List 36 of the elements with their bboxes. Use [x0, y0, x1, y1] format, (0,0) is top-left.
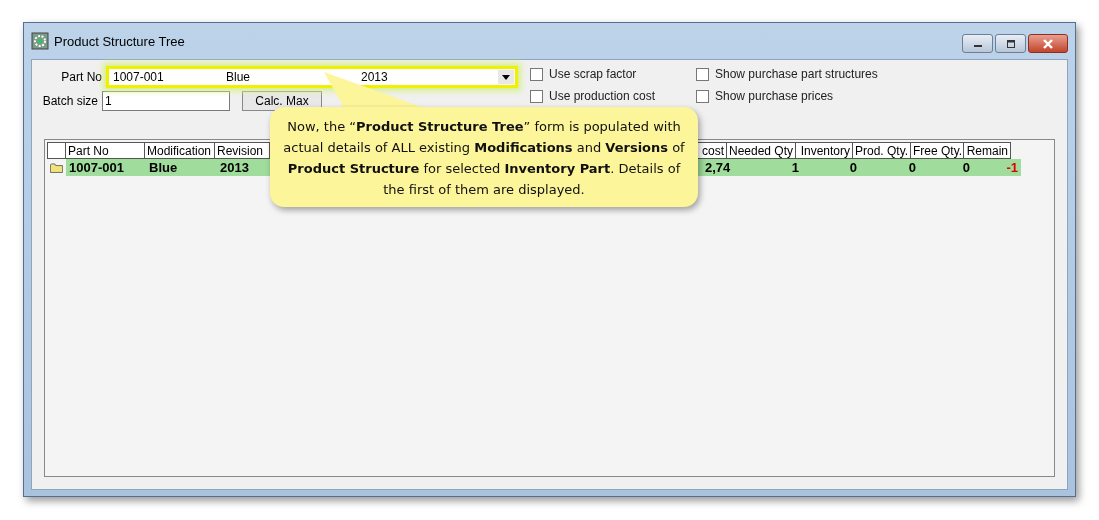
column-header[interactable]: Needed Qty	[726, 142, 796, 159]
table-cell: Blue	[146, 159, 217, 176]
column-header[interactable]: Remain	[963, 142, 1011, 159]
part-no-dropdown[interactable]: 1007-001 Blue 2013	[106, 66, 518, 88]
table-cell: -1	[973, 159, 1021, 176]
table-cell: 2,74	[702, 159, 732, 176]
column-header[interactable]: Inventory	[795, 142, 853, 159]
option-checkbox[interactable]: Use scrap factor	[530, 63, 696, 85]
calc-max-button[interactable]: Calc. Max	[242, 91, 322, 111]
minimize-button[interactable]	[962, 34, 993, 53]
option-checkbox[interactable]: Show purchase part structures	[696, 63, 896, 85]
callout-text: Now, the “Product Structure Tree” form is populated with actual details of ALL existing Modifications and Versions of Product Structure for selected Inventory Part. Details of the first of them are displayed.	[282, 118, 686, 199]
option-checkbox[interactable]: Use production cost	[530, 85, 696, 107]
table-cell: 0	[919, 159, 973, 176]
column-header[interactable]: Part No	[65, 142, 145, 159]
batch-size-field[interactable]: 1	[102, 91, 230, 111]
close-button[interactable]	[1028, 34, 1068, 53]
gear-icon	[31, 32, 49, 50]
table-cell: 1007-001	[66, 159, 146, 176]
table-cell: 0	[802, 159, 860, 176]
table-cell: 2013	[217, 159, 273, 176]
column-header[interactable]: cost	[697, 142, 727, 159]
column-header[interactable]: Modification	[144, 142, 215, 159]
maximize-button[interactable]	[995, 34, 1026, 53]
column-header[interactable]: Free Qty.	[910, 142, 964, 159]
table-cell: 1	[732, 159, 802, 176]
column-header[interactable]: Revision	[214, 142, 270, 159]
option-checkbox[interactable]: Show purchase prices	[696, 85, 896, 107]
close-icon	[1042, 38, 1054, 49]
batch-size-label: Batch size	[41, 94, 98, 108]
table-cell: 0	[860, 159, 919, 176]
column-header[interactable]: Prod. Qty.	[852, 142, 911, 159]
window-title: Product Structure Tree	[54, 33, 185, 49]
part-no-label: Part No	[60, 70, 102, 84]
restore-icon	[1005, 39, 1016, 48]
folder-icon	[50, 161, 63, 174]
